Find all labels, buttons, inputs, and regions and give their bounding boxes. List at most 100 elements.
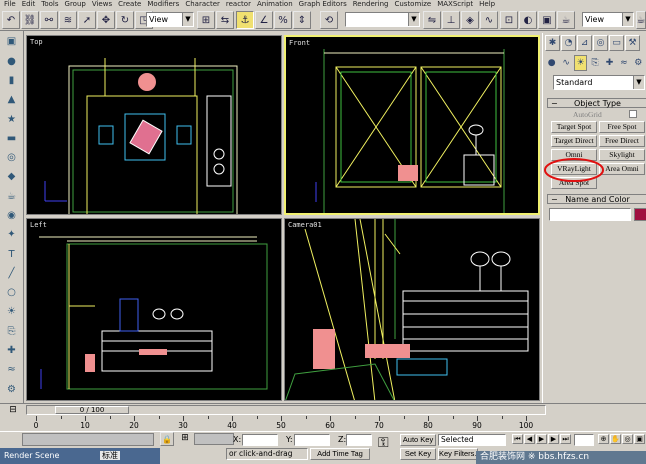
torus-icon[interactable]: ◎	[3, 149, 20, 165]
go-to-start-icon[interactable]: ⏮	[512, 434, 523, 444]
previous-frame-icon[interactable]: ◀	[524, 434, 535, 444]
set-key-button[interactable]: Set Key	[400, 448, 436, 460]
object-type-rollout-header[interactable]: − Object Type	[547, 98, 646, 108]
viewport-left-label[interactable]: Left	[30, 221, 47, 229]
object-name-field[interactable]	[549, 208, 631, 221]
undo-icon[interactable]: ↶	[2, 11, 20, 29]
object-color-swatch[interactable]	[634, 208, 646, 221]
viewport-top[interactable]: Top	[26, 35, 282, 215]
menu-item-edit[interactable]: Edit	[22, 0, 36, 9]
menu-item-group[interactable]: Group	[65, 0, 86, 9]
y-coord-field[interactable]	[294, 434, 330, 446]
shapes-category-icon[interactable]: ∿	[559, 55, 572, 71]
systems-icon[interactable]: ⚙	[3, 381, 20, 397]
menu-item-animation[interactable]: Animation	[257, 0, 293, 9]
spacewarp-icon[interactable]: ≈	[3, 361, 20, 377]
plane-icon[interactable]: ▬	[3, 130, 20, 146]
curve-editor-icon[interactable]: ∿	[480, 11, 498, 29]
menu-item-maxscript[interactable]: MAXScript	[437, 0, 473, 9]
modify-tab-icon[interactable]: ◔	[561, 35, 576, 51]
next-frame-icon[interactable]: ▶	[548, 434, 559, 444]
mirror-icon[interactable]: ⇆	[216, 11, 234, 29]
current-frame-field[interactable]	[574, 434, 594, 446]
free-spot-button[interactable]: Free Spot	[599, 121, 645, 133]
viewport-front-label[interactable]: Front	[289, 39, 310, 47]
pan-icon[interactable]: ✋	[610, 434, 621, 444]
snap-toggle-icon[interactable]: ⚓	[236, 11, 254, 29]
mirror-tool-icon[interactable]: ⇋	[423, 11, 441, 29]
unlink-icon[interactable]: ⚯	[40, 11, 58, 29]
material-icon[interactable]: ◐	[519, 11, 537, 29]
time-slider-thumb[interactable]: 0 / 100	[55, 406, 129, 414]
viewport-left[interactable]: Left	[26, 218, 282, 401]
hierarchy-tab-icon[interactable]: ⊿	[577, 35, 592, 51]
zoom-icon[interactable]: ⊕	[598, 434, 609, 444]
name-color-rollout-header[interactable]: − Name and Color	[547, 194, 646, 204]
light-icon[interactable]: ☀	[3, 303, 20, 319]
selection-lock-icon[interactable]: 🔒	[160, 432, 174, 446]
target-spot-button[interactable]: Target Spot	[551, 121, 597, 133]
named-selection-icon[interactable]: ⟲	[320, 11, 338, 29]
schematic-icon[interactable]: ⊡	[500, 11, 518, 29]
menu-item-views[interactable]: Views	[92, 0, 112, 9]
render-scene-task[interactable]: Render Scene	[4, 451, 59, 460]
menu-item-reactor[interactable]: reactor	[226, 0, 251, 9]
target-direct-button[interactable]: Target Direct	[551, 135, 597, 147]
key-filters-button[interactable]: Key Filters...	[438, 448, 478, 460]
reference-coordinate-dropdown[interactable]: View ▼	[146, 12, 194, 27]
named-selection-dropdown[interactable]: ▼	[345, 12, 420, 27]
motion-tab-icon[interactable]: ◎	[593, 35, 608, 51]
viewport-camera[interactable]: Camera01	[284, 218, 540, 401]
render-type-dropdown[interactable]: View ▼	[582, 12, 634, 27]
viewport-front[interactable]: Front	[284, 35, 540, 215]
display-tab-icon[interactable]: ▭	[609, 35, 624, 51]
helper-icon[interactable]: ✚	[3, 342, 20, 358]
circle-shape-icon[interactable]: ○	[3, 284, 20, 300]
mini-curve-editor-icon[interactable]: ⊟	[6, 405, 20, 417]
cameras-category-icon[interactable]: ⎘	[588, 55, 601, 71]
geosphere-icon[interactable]: ✦	[3, 226, 20, 242]
render-icon[interactable]: ☕	[636, 11, 646, 29]
percent-snap-icon[interactable]: %	[274, 11, 292, 29]
x-coord-field[interactable]	[242, 434, 278, 446]
helpers-category-icon[interactable]: ✚	[603, 55, 616, 71]
menu-item-help[interactable]: Help	[479, 0, 495, 9]
go-to-end-icon[interactable]: ⏭	[560, 434, 571, 444]
line-shape-icon[interactable]: ╱	[3, 265, 20, 281]
geometry-category-icon[interactable]: ●	[545, 55, 558, 71]
menu-item-graph-editors[interactable]: Graph Editors	[299, 0, 347, 9]
create-tab-icon[interactable]: ✱	[545, 35, 560, 51]
add-time-tag-button[interactable]: Add Time Tag	[310, 448, 370, 460]
pivot-icon[interactable]: ⊞	[197, 11, 215, 29]
cylinder-icon[interactable]: ▮	[3, 72, 20, 88]
material-editor-icon[interactable]: ◈	[461, 11, 479, 29]
select-link-icon[interactable]: ⛓	[21, 11, 39, 29]
select-move-icon[interactable]: ✥	[97, 11, 115, 29]
timeline-ruler[interactable]: 0 10 20 30 40 50 60 70 80 90 100	[34, 416, 546, 431]
viewport-top-label[interactable]: Top	[30, 38, 43, 46]
select-rotate-icon[interactable]: ↻	[116, 11, 134, 29]
key-mode-icon[interactable]: ⚿	[378, 436, 389, 450]
z-coord-field[interactable]	[346, 434, 372, 446]
sphere-icon[interactable]: ●	[3, 53, 20, 69]
align-icon[interactable]: ⊥	[442, 11, 460, 29]
render-setup-icon[interactable]: ▣	[538, 11, 556, 29]
menu-item-customize[interactable]: Customize	[394, 0, 431, 9]
utilities-tab-icon[interactable]: ⚒	[625, 35, 640, 51]
listener-box[interactable]	[22, 433, 154, 446]
autogrid-checkbox[interactable]	[629, 110, 637, 118]
systems-category-icon[interactable]: ⚙	[632, 55, 645, 71]
quick-render-icon[interactable]: ☕	[557, 11, 575, 29]
spinner-snap-icon[interactable]: ⇕	[293, 11, 311, 29]
area-omni-button[interactable]: Area Omni	[599, 163, 645, 175]
maximize-viewport-icon[interactable]: ▣	[634, 434, 645, 444]
viewport-camera-label[interactable]: Camera01	[288, 221, 322, 229]
box-icon[interactable]: ▣	[3, 33, 20, 49]
camera-icon[interactable]: ⎘	[3, 323, 20, 339]
time-slider-track[interactable]: 0 / 100	[26, 405, 546, 415]
select-object-icon[interactable]: ➚	[78, 11, 96, 29]
skylight-button[interactable]: Skylight	[599, 149, 645, 161]
tube-icon[interactable]: ◉	[3, 207, 20, 223]
teapot-icon[interactable]: ☕	[3, 188, 20, 204]
play-icon[interactable]: ▶	[536, 434, 547, 444]
